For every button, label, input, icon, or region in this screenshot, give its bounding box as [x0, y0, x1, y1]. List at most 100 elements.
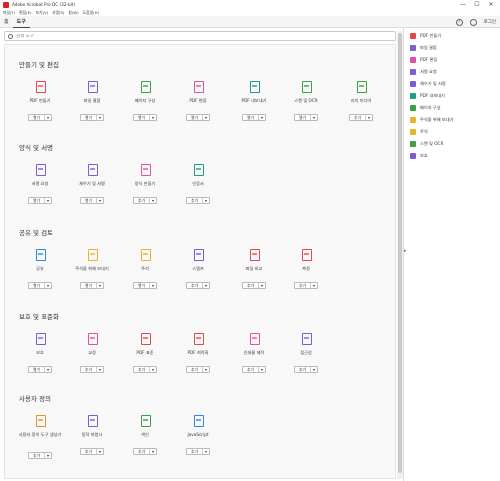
- tab-tools[interactable]: 도구: [12, 16, 30, 28]
- chevron-down-icon[interactable]: ▾: [311, 283, 317, 288]
- tool-button[interactable]: 추가 ▾: [133, 197, 157, 204]
- tool-button[interactable]: 열기 ▾: [80, 114, 104, 121]
- tool-create-pdf[interactable]: PDF 만들기 열기 ▾: [13, 79, 67, 123]
- right-pane-item-export-pdf[interactable]: PDF 내보내기: [410, 90, 498, 102]
- chevron-down-icon[interactable]: ▾: [203, 115, 209, 120]
- chevron-down-icon[interactable]: ▾: [150, 198, 156, 203]
- chevron-down-icon[interactable]: ▾: [203, 449, 209, 454]
- tool-fill-sign[interactable]: 채우기 및 서명 열기 ▾: [65, 162, 119, 206]
- tool-button[interactable]: 열기 ▾: [294, 114, 318, 121]
- tool-button[interactable]: 열기 ▾: [133, 114, 157, 121]
- tool-print-production[interactable]: 인쇄물 제작 추가 ▾: [227, 331, 281, 375]
- maximize-button[interactable]: ☐: [470, 0, 484, 9]
- tab-home[interactable]: 홈: [0, 16, 13, 28]
- tool-button[interactable]: 추가 ▾: [133, 448, 157, 455]
- chevron-down-icon[interactable]: ▾: [203, 283, 209, 288]
- right-pane-item-fill-sign[interactable]: 채우기 및 서명: [410, 78, 498, 90]
- tool-javascript[interactable]: JavaScript 추가 ▾: [171, 413, 225, 457]
- tool-button[interactable]: 추가 ▾: [294, 282, 318, 289]
- tool-button[interactable]: 열기 ▾: [242, 114, 266, 121]
- tool-button[interactable]: 추가 ▾: [186, 448, 210, 455]
- tool-button[interactable]: 추가 ▾: [28, 452, 52, 459]
- chevron-down-icon[interactable]: ▾: [45, 367, 51, 372]
- menu-window[interactable]: 창(W): [68, 10, 78, 16]
- right-pane-item-organize-pages[interactable]: 페이지 구성: [410, 102, 498, 114]
- tool-pdf-standards[interactable]: PDF 표준 추가 ▾: [118, 331, 172, 375]
- chevron-down-icon[interactable]: ▾: [45, 453, 51, 458]
- chevron-down-icon[interactable]: ▾: [150, 367, 156, 372]
- tool-measure[interactable]: 측정 추가 ▾: [279, 247, 333, 291]
- chevron-down-icon[interactable]: ▾: [150, 115, 156, 120]
- chevron-down-icon[interactable]: ▾: [150, 449, 156, 454]
- tool-organize-pages[interactable]: 페이지 구성 열기 ▾: [118, 79, 172, 123]
- tool-stamp[interactable]: 스탬프 추가 ▾: [171, 247, 225, 291]
- tool-button[interactable]: 추가 ▾: [80, 448, 104, 455]
- tool-send-comments[interactable]: 주석을 위해 보내기 열기 ▾: [65, 247, 119, 291]
- tool-scan-ocr[interactable]: 스캔 및 OCR 열기 ▾: [279, 79, 333, 123]
- tool-button[interactable]: 추가 ▾: [133, 366, 157, 373]
- scroll-thumb[interactable]: [398, 33, 402, 473]
- chevron-down-icon[interactable]: ▾: [311, 367, 317, 372]
- tool-button[interactable]: 추가 ▾: [186, 282, 210, 289]
- menu-sign[interactable]: 서명(S): [52, 10, 64, 16]
- chevron-down-icon[interactable]: ▾: [45, 115, 51, 120]
- tool-button[interactable]: 추가 ▾: [80, 366, 104, 373]
- chevron-down-icon[interactable]: ▾: [366, 115, 372, 120]
- chevron-down-icon[interactable]: ▾: [259, 283, 265, 288]
- right-pane-item-combine-files[interactable]: 파일 결합: [410, 42, 498, 54]
- tool-button[interactable]: 열기 ▾: [28, 114, 52, 121]
- chevron-down-icon[interactable]: ▾: [259, 367, 265, 372]
- login-link[interactable]: 로그인: [484, 19, 496, 25]
- chevron-down-icon[interactable]: ▾: [203, 198, 209, 203]
- menu-help[interactable]: 도움말(H): [83, 10, 99, 16]
- chevron-down-icon[interactable]: ▾: [97, 367, 103, 372]
- chevron-down-icon[interactable]: ▾: [97, 115, 103, 120]
- user-icon[interactable]: [469, 18, 477, 26]
- tool-index[interactable]: 색인 추가 ▾: [118, 413, 172, 457]
- tool-custom-tool-creator[interactable]: 사용자 정의 도구 생성기 추가 ▾: [13, 413, 67, 461]
- tool-button[interactable]: 열기 ▾: [28, 282, 52, 289]
- close-button[interactable]: ✕: [484, 0, 498, 9]
- tool-accessibility[interactable]: 접근성 추가 ▾: [279, 331, 333, 375]
- right-pane-item-request-signature[interactable]: 서명 요청: [410, 66, 498, 78]
- chevron-down-icon[interactable]: ▾: [150, 283, 156, 288]
- tool-protect[interactable]: 보호 열기 ▾: [13, 331, 67, 375]
- tool-button[interactable]: 추가 ▾: [186, 197, 210, 204]
- tool-optimize-pdf[interactable]: PDF 최적화 추가 ▾: [171, 331, 225, 375]
- chevron-right-icon[interactable]: ▸: [404, 248, 407, 254]
- tool-rich-media[interactable]: 리치 미디어 추가 ▾: [334, 79, 388, 123]
- right-pane-item-protect[interactable]: 보호: [410, 150, 498, 162]
- tool-comment[interactable]: 주석 열기 ▾: [118, 247, 172, 291]
- search-input[interactable]: [16, 33, 386, 39]
- tool-button[interactable]: 열기 ▾: [28, 197, 52, 204]
- chevron-down-icon[interactable]: ▾: [97, 283, 103, 288]
- tool-certificates[interactable]: 인증서 추가 ▾: [171, 162, 225, 206]
- tool-action-wizard[interactable]: 동작 마법사 추가 ▾: [65, 413, 119, 457]
- chevron-down-icon[interactable]: ▾: [203, 367, 209, 372]
- tool-prepare-form[interactable]: 양식 만들기 추가 ▾: [118, 162, 172, 206]
- chevron-down-icon[interactable]: ▾: [45, 283, 51, 288]
- tool-edit-pdf[interactable]: PDF 편집 열기 ▾: [171, 79, 225, 123]
- tool-button[interactable]: 열기 ▾: [80, 282, 104, 289]
- chevron-down-icon[interactable]: ▾: [259, 115, 265, 120]
- tool-button[interactable]: 추가 ▾: [242, 366, 266, 373]
- chevron-down-icon[interactable]: ▾: [97, 198, 103, 203]
- chevron-down-icon[interactable]: ▾: [97, 449, 103, 454]
- tool-button[interactable]: 추가 ▾: [294, 366, 318, 373]
- tool-button[interactable]: 열기 ▾: [133, 282, 157, 289]
- tool-button[interactable]: 추가 ▾: [349, 114, 373, 121]
- right-pane-item-send-comments[interactable]: 주석을 위해 보내기: [410, 114, 498, 126]
- right-pane-item-create-pdf[interactable]: PDF 만들기: [410, 30, 498, 42]
- tool-button[interactable]: 추가 ▾: [186, 366, 210, 373]
- tool-button[interactable]: 추가 ▾: [242, 282, 266, 289]
- minimize-button[interactable]: —: [456, 0, 470, 9]
- tool-button[interactable]: 열기 ▾: [28, 366, 52, 373]
- tool-button[interactable]: 열기 ▾: [186, 114, 210, 121]
- right-pane-item-edit-pdf[interactable]: PDF 편집: [410, 54, 498, 66]
- right-pane-item-scan-ocr[interactable]: 스캔 및 OCR: [410, 138, 498, 150]
- chevron-down-icon[interactable]: ▾: [45, 198, 51, 203]
- tool-export-pdf[interactable]: PDF 내보내기 열기 ▾: [227, 79, 281, 123]
- menu-view[interactable]: 보기(V): [36, 10, 49, 16]
- chevron-down-icon[interactable]: ▾: [311, 115, 317, 120]
- tool-redact[interactable]: 교정 추가 ▾: [65, 331, 119, 375]
